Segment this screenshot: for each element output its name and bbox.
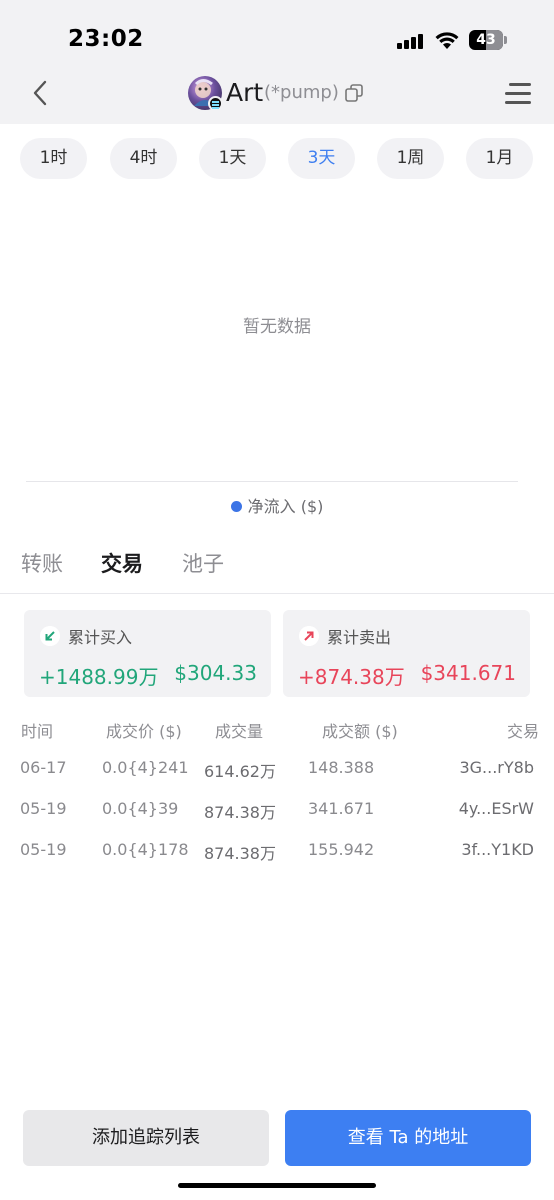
total-buy-label: 累计买入 bbox=[68, 628, 133, 647]
header-area bbox=[0, 0, 554, 124]
page-subtitle: (*pump) bbox=[264, 82, 339, 103]
col-header-tx: 交易 bbox=[506, 722, 539, 741]
range-tab-1d[interactable]: 1天 bbox=[199, 138, 266, 179]
table-row[interactable]: 06-17 0.0{4}241 614.62万 148.388 3G...rY8… bbox=[0, 758, 554, 788]
battery-level: 43 bbox=[476, 32, 496, 48]
arrow-down-left-icon bbox=[40, 626, 60, 646]
row-price: 0.0{4}39 bbox=[102, 799, 179, 818]
page-title: Art bbox=[226, 78, 264, 107]
wifi-icon bbox=[435, 32, 459, 49]
chart-baseline bbox=[26, 481, 518, 482]
row-volume: 874.38万 bbox=[204, 844, 276, 863]
table-row[interactable]: 05-19 0.0{4}178 874.38万 155.942 3f...Y1K… bbox=[0, 840, 554, 870]
time-range-selector: 1时 4时 1天 3天 1周 1月 bbox=[0, 138, 554, 180]
row-tx-hash[interactable]: 4y...ESrW bbox=[459, 799, 534, 818]
status-time: 23:02 bbox=[68, 26, 144, 52]
row-volume: 874.38万 bbox=[204, 803, 276, 822]
row-time: 06-17 bbox=[20, 758, 67, 777]
row-time: 05-19 bbox=[20, 840, 67, 859]
legend-dot-icon bbox=[230, 501, 242, 512]
range-tab-3d[interactable]: 3天 bbox=[288, 138, 355, 179]
legend-label: 净流入 ($) bbox=[247, 497, 324, 516]
back-icon[interactable] bbox=[26, 78, 56, 108]
col-header-value: 成交额 ($) bbox=[322, 722, 398, 741]
tab-transfers[interactable]: 转账 bbox=[21, 548, 63, 578]
total-sell-card: 累计卖出 +874.38万 $341.671 bbox=[283, 610, 530, 697]
row-value: 155.942 bbox=[308, 840, 375, 859]
copy-icon[interactable] bbox=[345, 84, 363, 102]
total-sell-amount: +874.38万 bbox=[298, 665, 405, 689]
home-indicator[interactable] bbox=[178, 1183, 376, 1188]
section-divider bbox=[0, 593, 554, 594]
range-tab-1h[interactable]: 1时 bbox=[20, 138, 87, 179]
col-header-time: 时间 bbox=[21, 722, 54, 741]
row-tx-hash[interactable]: 3G...rY8b bbox=[459, 758, 534, 777]
range-tab-1m[interactable]: 1月 bbox=[466, 138, 533, 179]
row-value: 341.671 bbox=[308, 799, 375, 818]
chart-legend: 净流入 ($) bbox=[0, 493, 554, 517]
row-volume: 614.62万 bbox=[204, 762, 276, 781]
tab-pools[interactable]: 池子 bbox=[182, 548, 224, 578]
total-buy-card: 累计买入 +1488.99万 $304.33 bbox=[24, 610, 271, 697]
chain-badge-icon bbox=[208, 96, 223, 111]
tab-trades[interactable]: 交易 bbox=[101, 548, 143, 578]
total-sell-label: 累计卖出 bbox=[327, 628, 392, 647]
total-buy-amount: +1488.99万 bbox=[39, 665, 159, 689]
chart-empty-state: 暂无数据 bbox=[243, 317, 311, 337]
row-value: 148.388 bbox=[308, 758, 375, 777]
row-price: 0.0{4}178 bbox=[102, 840, 189, 859]
row-price: 0.0{4}241 bbox=[102, 758, 189, 777]
menu-icon[interactable] bbox=[505, 81, 531, 105]
total-sell-usd: $341.671 bbox=[420, 661, 516, 685]
table-row[interactable]: 05-19 0.0{4}39 874.38万 341.671 4y...ESrW bbox=[0, 799, 554, 829]
range-tab-1w[interactable]: 1周 bbox=[377, 138, 444, 179]
col-header-price: 成交价 ($) bbox=[106, 722, 182, 741]
view-address-button[interactable]: 查看 Ta 的地址 bbox=[285, 1110, 531, 1166]
row-time: 05-19 bbox=[20, 799, 67, 818]
add-to-watchlist-button[interactable]: 添加追踪列表 bbox=[23, 1110, 269, 1166]
col-header-volume: 成交量 bbox=[215, 722, 264, 741]
row-tx-hash[interactable]: 3f...Y1KD bbox=[461, 840, 534, 859]
cellular-signal-icon bbox=[397, 33, 424, 49]
arrow-up-right-icon bbox=[299, 626, 319, 646]
range-tab-4h[interactable]: 4时 bbox=[110, 138, 177, 179]
total-buy-usd: $304.33 bbox=[174, 661, 257, 685]
battery-icon: 43 bbox=[469, 30, 507, 50]
